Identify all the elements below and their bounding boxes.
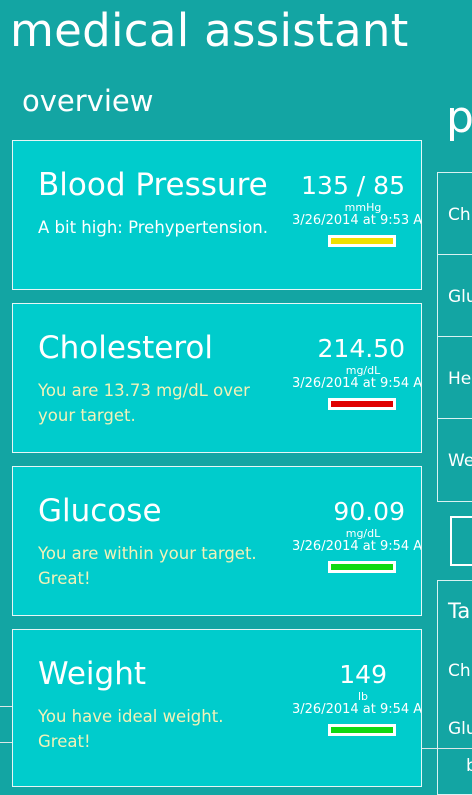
card-title: Blood Pressure bbox=[38, 167, 268, 203]
status-fill bbox=[331, 727, 393, 733]
side-item-heart[interactable]: He bbox=[438, 337, 472, 419]
side-item-weight[interactable]: We bbox=[438, 419, 472, 501]
side-bottom-label[interactable]: b bbox=[466, 756, 472, 776]
side-item-glucose[interactable]: Glu bbox=[438, 255, 472, 337]
card-title: Glucose bbox=[38, 493, 162, 529]
card-message: You are 13.73 mg/dL over your target. bbox=[38, 381, 250, 425]
side-item-cholesterol[interactable]: Ch bbox=[438, 173, 472, 255]
card-value: 90.09 bbox=[333, 497, 405, 526]
card-glucose[interactable]: Glucose You are within your target. Grea… bbox=[12, 466, 422, 616]
card-message: You have ideal weight. Great! bbox=[38, 707, 224, 751]
next-section-title[interactable]: p bbox=[446, 92, 472, 143]
status-fill bbox=[331, 238, 393, 244]
card-date: 3/26/2014 at 9:54 AM bbox=[292, 702, 422, 717]
side-item-label: Ch bbox=[448, 205, 471, 225]
status-bar bbox=[328, 235, 396, 247]
readings-list-panel: Ch Glu He We bbox=[437, 172, 472, 502]
status-bar bbox=[328, 724, 396, 736]
status-fill bbox=[331, 401, 393, 407]
card-message: You are within your target. Great! bbox=[38, 544, 257, 588]
card-message: A bit high: Prehypertension. bbox=[38, 218, 269, 237]
side-button[interactable] bbox=[450, 516, 472, 566]
section-title: overview bbox=[22, 84, 154, 118]
side-item-label: Glu bbox=[448, 287, 472, 307]
card-title: Cholesterol bbox=[38, 330, 213, 366]
status-bar bbox=[328, 398, 396, 410]
card-date: 3/26/2014 at 9:54 AM bbox=[292, 376, 422, 391]
card-value: 214.50 bbox=[317, 334, 405, 363]
divider-line bbox=[422, 748, 472, 749]
status-bar bbox=[328, 561, 396, 573]
side-item-label: We bbox=[448, 451, 472, 471]
card-cholesterol[interactable]: Cholesterol You are 13.73 mg/dL over you… bbox=[12, 303, 422, 453]
status-fill bbox=[331, 564, 393, 570]
card-value: 149 bbox=[339, 660, 387, 689]
target-item-cholesterol[interactable]: Ch bbox=[448, 661, 471, 681]
card-blood-pressure[interactable]: Blood Pressure A bit high: Prehypertensi… bbox=[12, 140, 422, 290]
divider-line bbox=[0, 742, 12, 743]
card-date: 3/26/2014 at 9:53 AM bbox=[292, 213, 422, 228]
side-item-label: He bbox=[448, 369, 472, 389]
divider-line bbox=[0, 706, 12, 707]
card-date: 3/26/2014 at 9:54 AM bbox=[292, 539, 422, 554]
targets-title: Ta bbox=[448, 599, 471, 623]
card-title: Weight bbox=[38, 656, 147, 692]
card-weight[interactable]: Weight You have ideal weight. Great! 149… bbox=[12, 629, 422, 787]
target-item-glucose[interactable]: Glu bbox=[448, 719, 472, 739]
app-title: medical assistant bbox=[10, 4, 409, 57]
card-value: 135 / 85 bbox=[301, 171, 405, 200]
